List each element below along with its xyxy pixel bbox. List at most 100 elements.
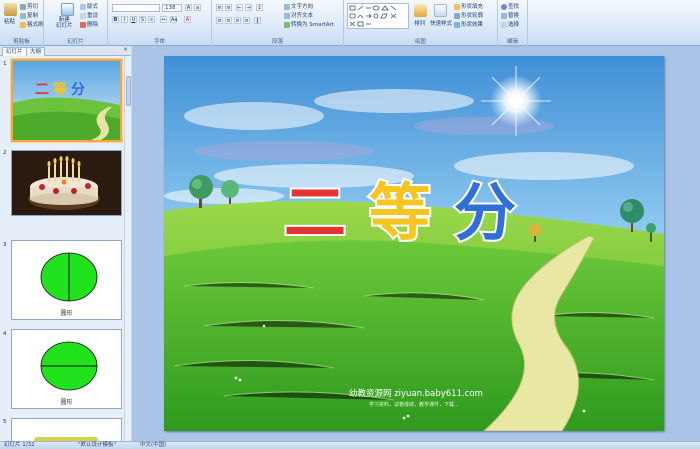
font-size-combo[interactable]: 138 bbox=[162, 4, 182, 12]
slide-thumb-4[interactable]: 圆形 bbox=[11, 329, 122, 409]
reset-button[interactable]: 重设 bbox=[80, 11, 98, 19]
align-text-button[interactable]: 对齐文本 bbox=[284, 11, 313, 19]
arrange-button[interactable]: 排列 bbox=[414, 19, 425, 27]
panel-scrollbar[interactable] bbox=[124, 56, 131, 441]
title-char-1: 二 bbox=[284, 176, 346, 249]
delete-button[interactable]: 删除 bbox=[80, 20, 98, 28]
copy-button[interactable]: 复制 bbox=[20, 11, 38, 19]
bold-icon[interactable]: B bbox=[112, 16, 119, 23]
shape-outline-button[interactable]: 形状轮廓 bbox=[454, 11, 483, 19]
grow-font-icon[interactable]: A bbox=[185, 4, 192, 11]
circle-horizontal-half-image bbox=[40, 341, 98, 391]
find-button[interactable]: 查找 bbox=[501, 2, 519, 10]
font-group: 138 A a B I U S s ↔ Aa A 字体 bbox=[108, 0, 212, 46]
paste-button[interactable]: 粘贴 bbox=[4, 17, 15, 25]
format-painter-button[interactable]: 格式刷 bbox=[20, 20, 44, 28]
slide-counter: 幻灯片 1/32 bbox=[4, 442, 35, 448]
arrange-icon[interactable] bbox=[414, 4, 427, 17]
shape-fill-button[interactable]: 形状填充 bbox=[454, 2, 483, 10]
slide-number: 1 bbox=[3, 61, 7, 67]
slide-background: 二 等 分 幼教资源网 ziyuan.baby611.com 学习资料，试卷成绩… bbox=[164, 56, 664, 431]
drawing-group-label: 绘图 bbox=[414, 39, 426, 45]
clipboard-group-label: 剪贴板 bbox=[13, 39, 30, 45]
tab-outline[interactable]: 大纲 bbox=[26, 47, 46, 56]
new-slide-button[interactable]: 新建 幻灯片 bbox=[56, 17, 73, 29]
slide-thumb-2[interactable] bbox=[11, 150, 122, 216]
paragraph-group-label: 段落 bbox=[271, 39, 283, 45]
clipboard-group: 粘贴 剪切 复制 格式刷 剪贴板 bbox=[0, 0, 44, 46]
new-slide-icon[interactable] bbox=[61, 3, 74, 16]
editing-group: 查找 替换 选择 编辑 bbox=[498, 0, 528, 46]
paste-icon[interactable] bbox=[4, 3, 17, 16]
shapes-gallery[interactable] bbox=[347, 3, 409, 29]
delete-icon bbox=[80, 21, 86, 28]
slides-group-label: 幻灯片 bbox=[67, 39, 84, 45]
shape-fill-label: 形状填充 bbox=[461, 4, 484, 10]
thumb-title-char-2: 等 bbox=[53, 81, 67, 98]
quick-styles-icon[interactable] bbox=[434, 4, 447, 17]
change-case-icon[interactable]: Aa bbox=[170, 16, 177, 23]
shrink-font-icon[interactable]: a bbox=[194, 4, 201, 11]
scrollbar-thumb[interactable] bbox=[126, 76, 131, 106]
smartart-button[interactable]: 转换为 SmartArt bbox=[284, 20, 334, 28]
align-center-icon[interactable]: ≡ bbox=[225, 17, 232, 24]
columns-icon[interactable]: ‖ bbox=[254, 17, 261, 24]
replace-label: 替换 bbox=[508, 13, 520, 19]
slide-number: 3 bbox=[3, 242, 7, 248]
smartart-icon bbox=[284, 21, 290, 28]
shadow-icon[interactable]: s bbox=[148, 16, 155, 23]
slide-title[interactable]: 二 等 分 bbox=[282, 174, 518, 251]
replace-button[interactable]: 替换 bbox=[501, 11, 519, 19]
tab-slides[interactable]: 幻灯片 bbox=[2, 47, 27, 56]
char-spacing-icon[interactable]: ↔ bbox=[160, 16, 167, 23]
current-slide[interactable]: 二 等 分 幼教资源网 ziyuan.baby611.com 学习资料，试卷成绩… bbox=[164, 56, 664, 431]
cursor-icon bbox=[501, 21, 507, 28]
reset-icon bbox=[80, 12, 86, 19]
line-spacing-icon[interactable]: ↕ bbox=[256, 4, 263, 11]
shape-effects-label: 形状效果 bbox=[461, 22, 484, 28]
scissors-icon bbox=[20, 3, 26, 10]
slide-number: 5 bbox=[3, 419, 7, 425]
shape-outline-label: 形状轮廓 bbox=[461, 13, 484, 19]
bullets-icon[interactable]: ≡ bbox=[216, 4, 223, 11]
slide-number: 2 bbox=[3, 150, 7, 156]
find-label: 查找 bbox=[508, 4, 520, 10]
cut-button[interactable]: 剪切 bbox=[20, 2, 38, 10]
quick-styles-button[interactable]: 快速样式 bbox=[430, 19, 452, 27]
format-painter-label: 格式刷 bbox=[27, 22, 44, 28]
align-right-icon[interactable]: ≡ bbox=[234, 17, 241, 24]
slide-thumb-3[interactable]: 圆形 bbox=[11, 240, 122, 320]
text-direction-button[interactable]: 文字方向 bbox=[284, 2, 313, 10]
font-color-icon[interactable]: A bbox=[184, 16, 191, 23]
font-name-combo[interactable] bbox=[112, 4, 160, 12]
select-button[interactable]: 选择 bbox=[501, 20, 519, 28]
layout-icon bbox=[80, 3, 86, 10]
decrease-indent-icon[interactable]: ⇤ bbox=[236, 4, 243, 11]
effects-icon bbox=[454, 21, 460, 28]
justify-icon[interactable]: ≡ bbox=[243, 17, 250, 24]
strikethrough-icon[interactable]: S bbox=[139, 16, 146, 23]
smartart-label: 转换为 SmartArt bbox=[291, 22, 335, 28]
binoculars-icon bbox=[501, 3, 507, 10]
layout-button[interactable]: 版式 bbox=[80, 2, 98, 10]
numbering-icon[interactable]: ≡ bbox=[225, 4, 232, 11]
brush-icon bbox=[20, 21, 26, 28]
language-indicator[interactable]: 中文(中国) bbox=[140, 442, 166, 449]
select-label: 选择 bbox=[508, 22, 520, 28]
close-icon[interactable]: × bbox=[123, 46, 128, 53]
replace-icon bbox=[501, 12, 507, 19]
slides-panel: 幻灯片 大纲 × 1 二 等 分 2 3 圆形 4 圆形 5 bbox=[0, 46, 131, 442]
slide-thumb-1[interactable]: 二 等 分 bbox=[11, 59, 122, 142]
slide-number: 4 bbox=[3, 331, 7, 337]
copy-icon bbox=[20, 12, 26, 19]
underline-icon[interactable]: U bbox=[130, 16, 137, 23]
align-left-icon[interactable]: ≡ bbox=[216, 17, 223, 24]
italic-icon[interactable]: I bbox=[121, 16, 128, 23]
theme-name[interactable]: "默认设计模板" bbox=[78, 442, 116, 449]
drawing-group: 排列 快速样式 形状填充 形状轮廓 形状效果 绘图 bbox=[344, 0, 498, 46]
slide-thumb-5[interactable] bbox=[11, 418, 122, 442]
slide-editor: 二 等 分 幼教资源网 ziyuan.baby611.com 学习资料，试卷成绩… bbox=[132, 46, 700, 441]
reset-label: 重设 bbox=[87, 13, 99, 19]
increase-indent-icon[interactable]: ⇥ bbox=[245, 4, 252, 11]
shape-effects-button[interactable]: 形状效果 bbox=[454, 20, 483, 28]
